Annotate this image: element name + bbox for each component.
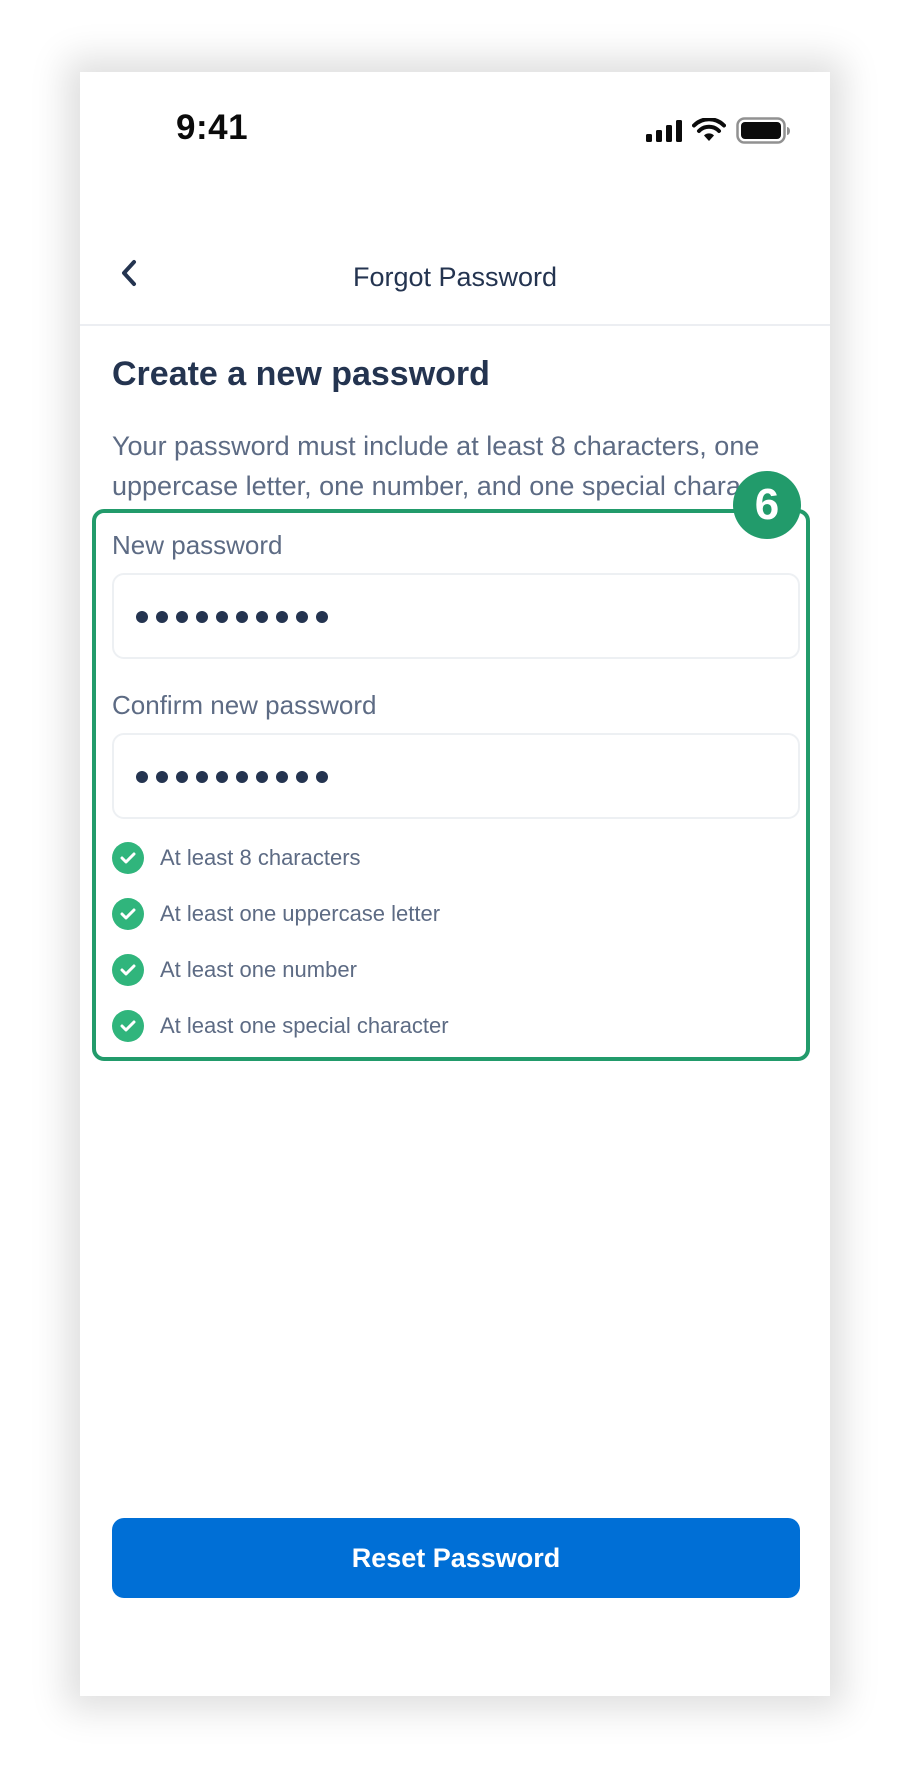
nav-bar: Forgot Password [80, 232, 830, 326]
check-circle-icon [112, 954, 144, 986]
requirement-item: At least one uppercase letter [112, 898, 440, 930]
new-password-field[interactable] [112, 573, 800, 659]
status-time: 9:41 [176, 108, 249, 147]
requirement-text: At least one number [160, 957, 357, 982]
nav-title: Forgot Password [352, 262, 558, 292]
page-heading: Create a new password [112, 355, 490, 393]
requirement-text: At least one uppercase letter [160, 901, 441, 926]
reset-password-button[interactable]: Reset Password [112, 1518, 800, 1598]
new-password-value [136, 611, 328, 623]
requirement-item: At least one special character [112, 1010, 449, 1042]
phone-screen: 9:41 Forgot Password Create a new passwo… [80, 72, 830, 1696]
annotation-badge: 6 [733, 471, 801, 539]
check-circle-icon [112, 1010, 144, 1042]
confirm-password-value [136, 771, 328, 783]
new-password-label: New password [112, 530, 283, 560]
battery-icon [736, 117, 790, 144]
confirm-password-field[interactable] [112, 733, 800, 819]
check-circle-icon [112, 842, 144, 874]
status-icons [636, 116, 796, 146]
wifi-icon [692, 118, 726, 141]
page-description: Your password must include at least 8 ch… [112, 431, 792, 501]
requirement-item: At least one number [112, 954, 357, 986]
requirement-item: At least 8 characters [112, 842, 361, 874]
confirm-password-label: Confirm new password [112, 690, 377, 720]
signal-icon [646, 120, 682, 142]
check-circle-icon [112, 898, 144, 930]
requirement-text: At least one special character [160, 1013, 449, 1038]
requirement-text: At least 8 characters [160, 845, 361, 870]
